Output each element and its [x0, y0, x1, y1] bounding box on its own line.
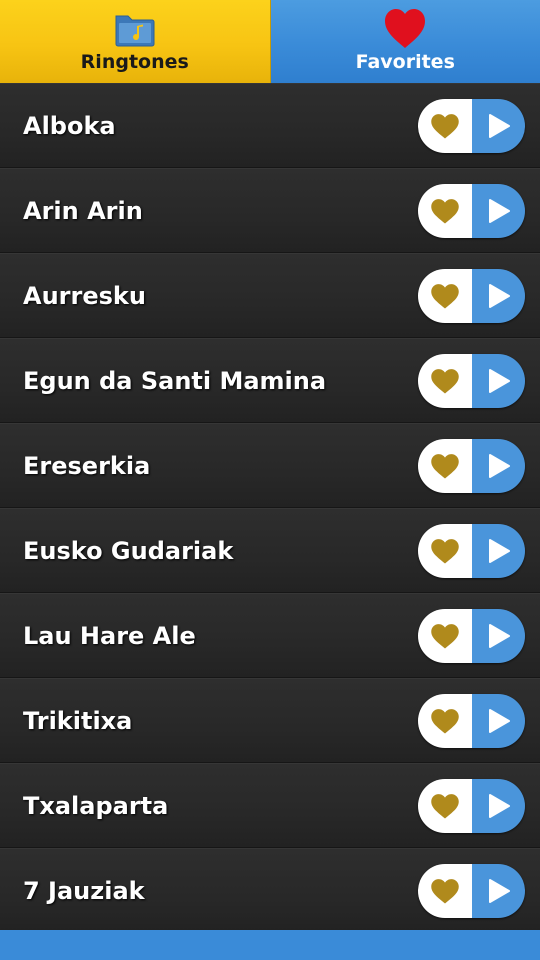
- play-button[interactable]: [472, 524, 525, 578]
- heart-icon: [431, 794, 459, 819]
- list-item[interactable]: Trikitixa: [0, 678, 540, 763]
- ringtone-title: 7 Jauziak: [23, 877, 145, 905]
- heart-icon: [431, 454, 459, 479]
- list-item[interactable]: Alboka: [0, 83, 540, 168]
- list-item[interactable]: Lau Hare Ale: [0, 593, 540, 678]
- list-item[interactable]: 7 Jauziak: [0, 848, 540, 933]
- ringtone-title: Alboka: [23, 112, 116, 140]
- play-icon: [488, 199, 510, 223]
- heart-icon: [385, 9, 426, 48]
- favorite-button[interactable]: [418, 694, 472, 748]
- tab-favorites-label: Favorites: [355, 51, 455, 73]
- tab-favorites[interactable]: Favorites: [270, 0, 540, 83]
- ringtone-actions: [418, 354, 525, 408]
- list-item[interactable]: Eusko Gudariak: [0, 508, 540, 593]
- play-button[interactable]: [472, 269, 525, 323]
- ringtone-title: Arin Arin: [23, 197, 143, 225]
- ringtone-title: Eusko Gudariak: [23, 537, 234, 565]
- favorite-button[interactable]: [418, 439, 472, 493]
- ringtone-actions: [418, 439, 525, 493]
- favorite-button[interactable]: [418, 184, 472, 238]
- play-button[interactable]: [472, 184, 525, 238]
- play-icon: [488, 369, 510, 393]
- favorite-button[interactable]: [418, 269, 472, 323]
- play-icon: [488, 709, 510, 733]
- play-button[interactable]: [472, 439, 525, 493]
- favorite-button[interactable]: [418, 864, 472, 918]
- ringtone-title: Trikitixa: [23, 707, 133, 735]
- favorite-button[interactable]: [418, 609, 472, 663]
- tab-ringtones-label: Ringtones: [80, 51, 189, 73]
- list-item[interactable]: Txalaparta: [0, 763, 540, 848]
- heart-icon: [431, 709, 459, 734]
- play-button[interactable]: [472, 779, 525, 833]
- heart-icon: [431, 114, 459, 139]
- play-icon: [488, 624, 510, 648]
- play-icon: [488, 284, 510, 308]
- heart-icon: [431, 879, 459, 904]
- ringtone-list: Alboka Arin Arin Aurresku Egun da Santi Mam…: [0, 83, 540, 933]
- heart-icon: [431, 199, 459, 224]
- ringtone-title: Egun da Santi Mamina: [23, 367, 327, 395]
- favorite-button[interactable]: [418, 779, 472, 833]
- ringtone-actions: [418, 99, 525, 153]
- play-icon: [488, 539, 510, 563]
- favorite-button[interactable]: [418, 99, 472, 153]
- play-button[interactable]: [472, 694, 525, 748]
- favorite-button[interactable]: [418, 524, 472, 578]
- music-folder-icon: [115, 15, 155, 47]
- list-item[interactable]: Aurresku: [0, 253, 540, 338]
- heart-icon: [431, 284, 459, 309]
- ringtone-actions: [418, 609, 525, 663]
- play-icon: [488, 879, 510, 903]
- tab-bar: Ringtones Favorites: [0, 0, 540, 83]
- tab-ringtones[interactable]: Ringtones: [0, 0, 271, 83]
- play-icon: [488, 794, 510, 818]
- ringtone-actions: [418, 184, 525, 238]
- play-button[interactable]: [472, 864, 525, 918]
- ringtone-actions: [418, 864, 525, 918]
- ringtone-actions: [418, 694, 525, 748]
- play-button[interactable]: [472, 609, 525, 663]
- ringtone-title: Ereserkia: [23, 452, 151, 480]
- heart-icon: [431, 369, 459, 394]
- list-item[interactable]: Egun da Santi Mamina: [0, 338, 540, 423]
- play-button[interactable]: [472, 99, 525, 153]
- heart-icon: [431, 539, 459, 564]
- play-icon: [488, 454, 510, 478]
- ringtone-actions: [418, 269, 525, 323]
- heart-icon: [431, 624, 459, 649]
- ringtone-title: Lau Hare Ale: [23, 622, 196, 650]
- ringtone-actions: [418, 779, 525, 833]
- list-item[interactable]: Arin Arin: [0, 168, 540, 253]
- ringtone-title: Aurresku: [23, 282, 146, 310]
- favorite-button[interactable]: [418, 354, 472, 408]
- list-item[interactable]: Ereserkia: [0, 423, 540, 508]
- play-icon: [488, 114, 510, 138]
- bottom-bar: [0, 930, 540, 960]
- play-button[interactable]: [472, 354, 525, 408]
- ringtone-actions: [418, 524, 525, 578]
- ringtone-title: Txalaparta: [23, 792, 169, 820]
